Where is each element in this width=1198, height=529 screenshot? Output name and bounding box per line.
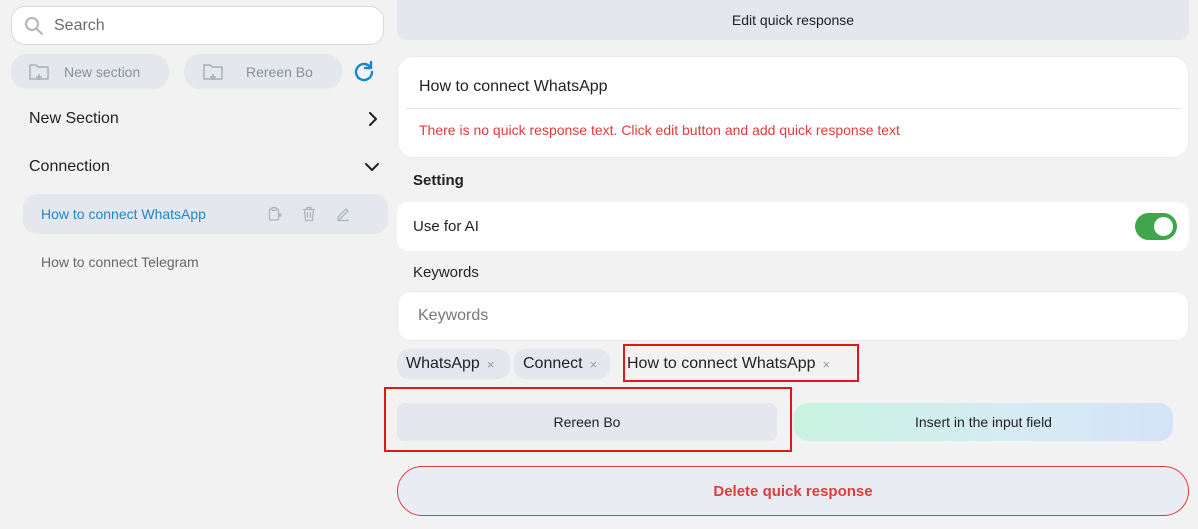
chevron-right-icon [369,112,377,126]
list-item-whatsapp[interactable]: How to connect WhatsApp [23,194,388,234]
rereen-label: Rereen Bo [246,63,313,80]
tag-label: Connect [523,355,583,372]
highlight-box [623,344,859,382]
highlight-box [384,387,792,452]
use-for-ai-row: Use for AI [397,202,1189,251]
rereen-button[interactable]: Rereen Bo [184,54,342,89]
section-label: Connection [29,158,110,175]
new-section-button[interactable]: New section [11,54,169,89]
empty-response-warning: There is no quick response text. Click e… [419,122,900,138]
response-card: How to connect WhatsApp There is no quic… [397,56,1189,158]
use-for-ai-label: Use for AI [413,218,479,235]
keywords-input[interactable] [418,307,1158,325]
setting-heading: Setting [413,172,464,189]
divider [406,108,1180,109]
section-new-section[interactable]: New Section [29,107,379,131]
close-icon[interactable]: × [590,357,598,372]
refresh-icon[interactable] [352,60,376,84]
keyword-tag: Connect × [514,349,610,379]
copy-icon[interactable] [267,206,283,222]
edit-header-label: Edit quick response [731,12,855,28]
insert-in-input-button[interactable]: Insert in the input field [794,403,1173,441]
use-for-ai-toggle[interactable] [1135,213,1177,240]
folder-add-icon [29,63,49,80]
keywords-field[interactable] [397,291,1189,341]
list-item-telegram[interactable]: How to connect Telegram [23,242,388,282]
response-title: How to connect WhatsApp [419,78,608,95]
delete-response-button[interactable]: Delete quick response [397,466,1189,516]
insert-label: Insert in the input field [915,414,1052,430]
keyword-tag: WhatsApp × [397,349,510,379]
list-item-label: How to connect WhatsApp [41,206,206,222]
edit-header-button[interactable]: Edit quick response [397,0,1189,40]
new-section-label: New section [64,63,141,80]
edit-icon[interactable] [335,206,351,222]
tag-label: WhatsApp [406,355,480,372]
chevron-down-icon [365,163,379,171]
section-label: New Section [29,110,119,127]
list-item-label: How to connect Telegram [41,254,199,270]
search-icon [25,16,43,35]
folder-add-icon [203,63,223,80]
search-input[interactable] [54,16,374,35]
close-icon[interactable]: × [487,357,495,372]
section-connection[interactable]: Connection [29,155,379,179]
delete-label: Delete quick response [713,482,873,500]
search-bar[interactable] [11,6,384,45]
trash-icon[interactable] [301,206,317,222]
keywords-heading: Keywords [413,264,479,281]
